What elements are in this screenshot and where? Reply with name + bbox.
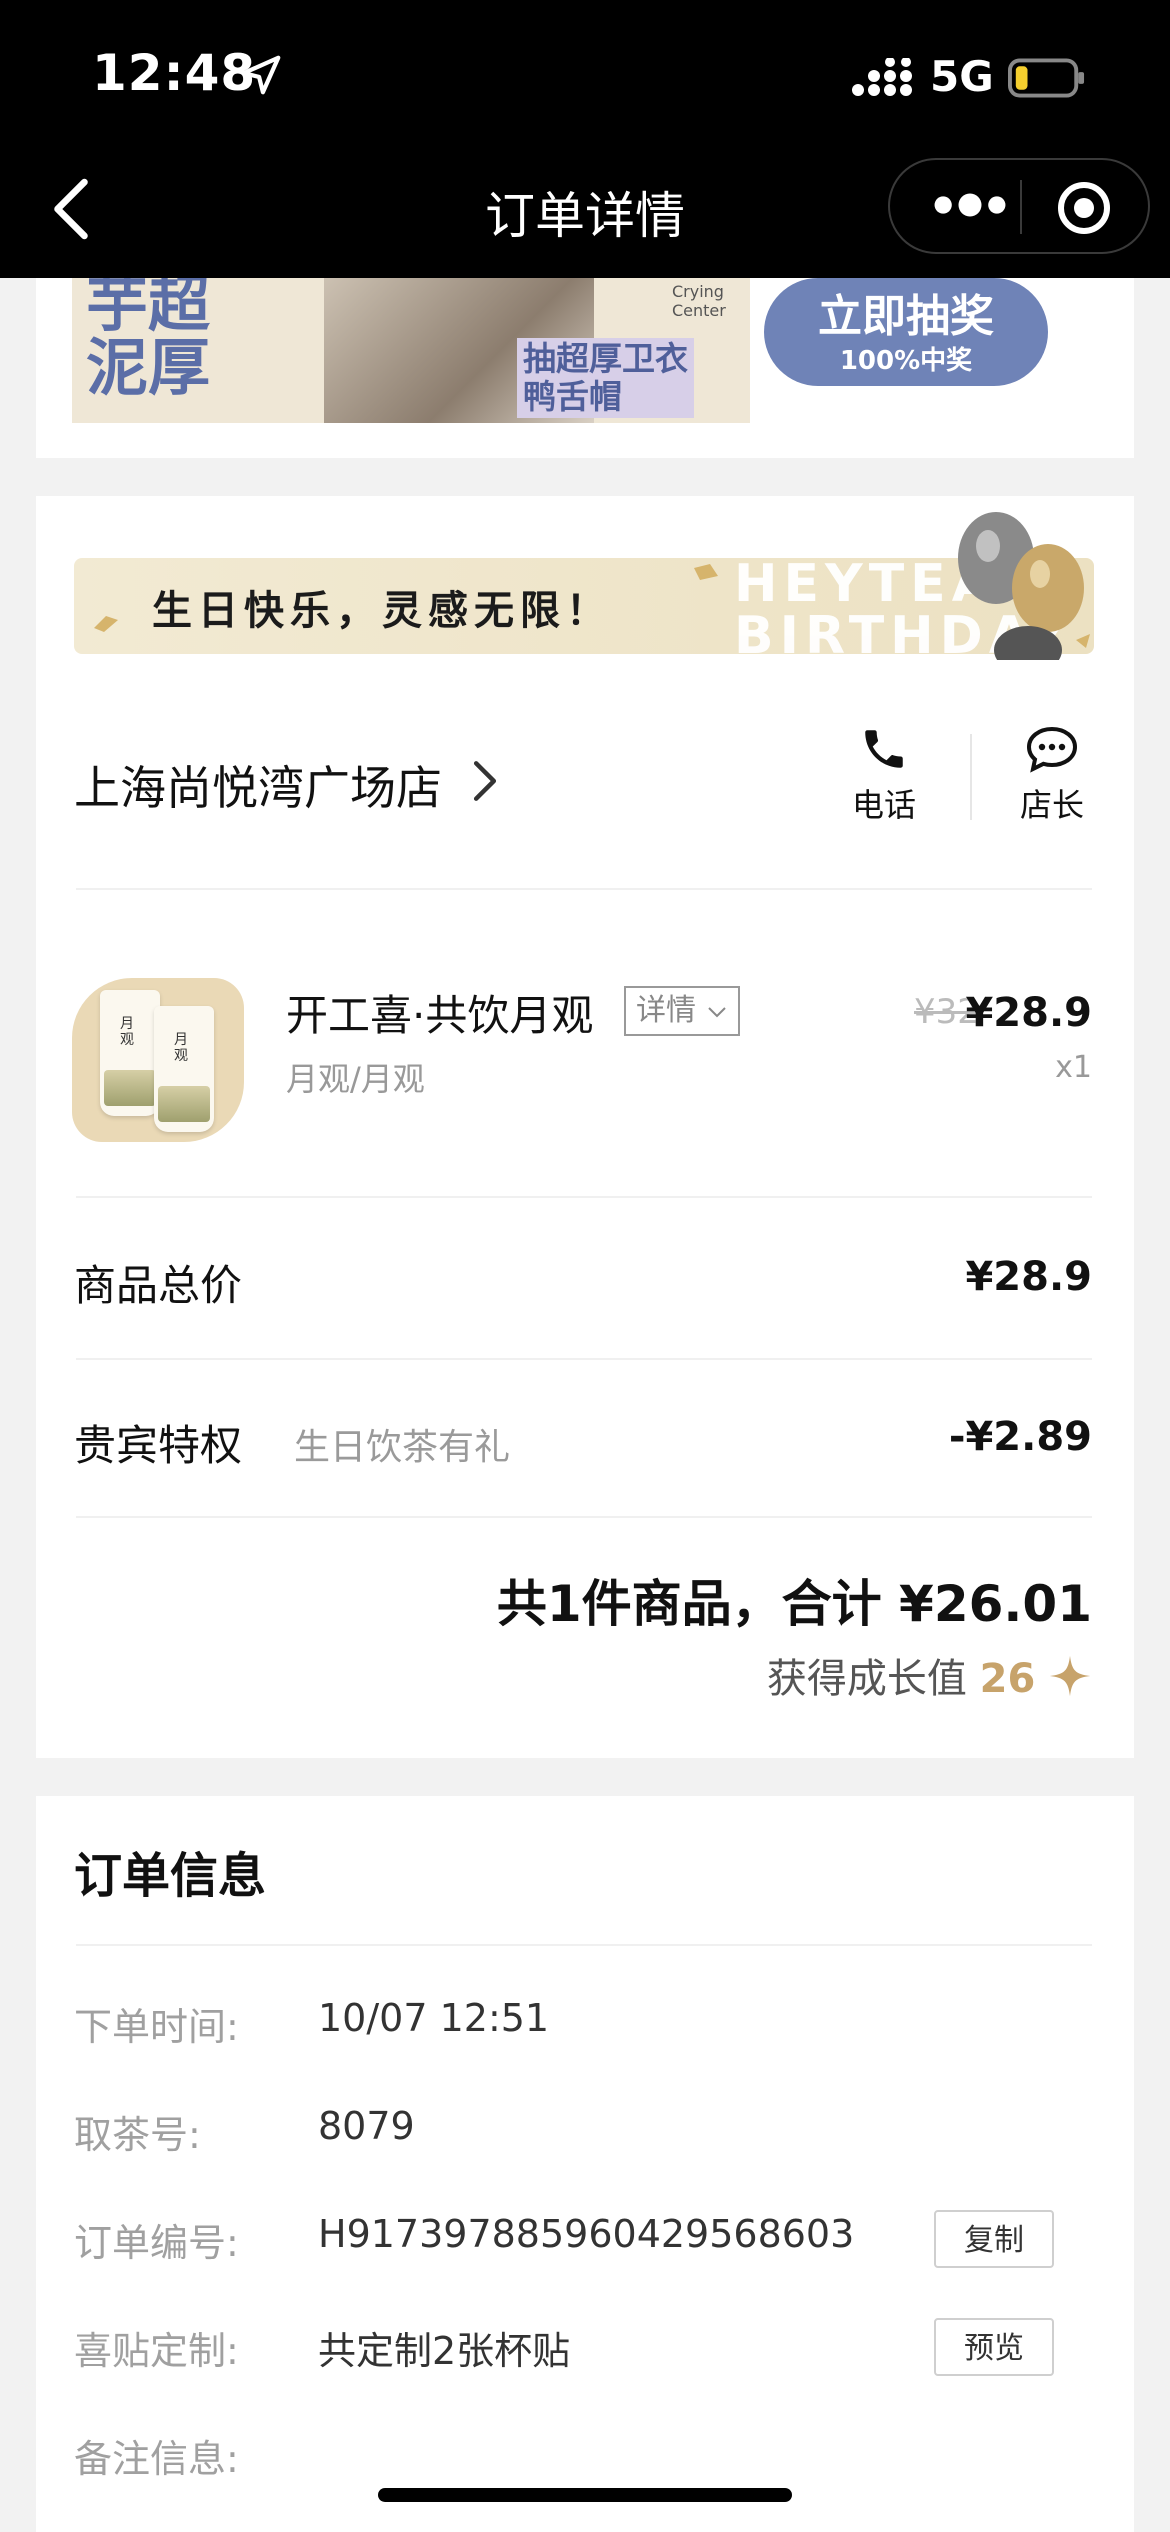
vip-label: 贵宾特权 [74, 1421, 243, 1470]
product-image[interactable]: 月 观 月 观 [72, 978, 244, 1142]
draw-button-label: 立即抽奖 [818, 291, 994, 342]
network-type: 5G [930, 52, 994, 101]
subtotal-value: ¥28.9 [965, 1254, 1092, 1300]
chat-bubble-icon [1026, 726, 1078, 773]
detail-label: 详情 [636, 993, 696, 1028]
product-price: ¥28.9 [965, 990, 1092, 1036]
chevron-right-icon[interactable] [470, 758, 500, 804]
ad-headline: 芋超 泥厚 [86, 278, 211, 404]
promo-banner-card: 芋超 泥厚 Crying Center 抽超厚卫衣 鸭舌帽 立即抽奖 100%中… [36, 278, 1134, 458]
remark-label: 备注信息: [74, 2437, 239, 2481]
vip-description: 生日饮茶有礼 [294, 1427, 511, 1468]
sticker-custom-label: 喜贴定制: [74, 2329, 239, 2373]
divider [76, 1516, 1092, 1518]
chevron-down-icon [707, 1006, 726, 1017]
capsule-divider [1020, 180, 1022, 234]
divider [76, 888, 1092, 890]
order-total: 共1件商品，合计 ¥26.01 [497, 1564, 1092, 1636]
pickup-number-value: 8079 [318, 2104, 415, 2148]
more-dots-icon[interactable] [930, 182, 1010, 228]
divider [76, 1196, 1092, 1198]
phone-icon [865, 730, 903, 768]
preview-button[interactable]: 预览 [934, 2318, 1054, 2376]
sticker-custom-value: 共定制2张杯贴 [318, 2329, 571, 2373]
birthday-text: 生日快乐，灵感无限！ [152, 588, 612, 634]
battery-icon [1008, 58, 1085, 98]
confetti-icon [694, 564, 718, 580]
order-main-card: 生日快乐，灵感无限！ HEYTEA BIRTHDAY 上海尚悦湾广场店 电话 店… [36, 496, 1134, 1758]
order-info-title: 订单信息 [74, 1848, 267, 1904]
cup-illustration: 月 观 [154, 1006, 214, 1132]
close-target-icon[interactable] [1056, 180, 1112, 236]
divider [76, 1944, 1092, 1946]
pickup-number-label: 取茶号: [74, 2113, 201, 2157]
sparkle-icon [1049, 1655, 1091, 1697]
order-time-label: 下单时间: [74, 2005, 239, 2049]
order-number-label: 订单编号: [74, 2221, 239, 2265]
subtotal-label: 商品总价 [74, 1261, 243, 1310]
cup-label: 月 观 [120, 1016, 134, 1048]
cup-illustration: 月 观 [100, 990, 160, 1116]
growth-label: 获得成长值 [766, 1656, 967, 1702]
balloons-icon [958, 512, 1090, 660]
ad-logo: Crying Center [672, 282, 726, 320]
cup-label: 月 观 [174, 1032, 188, 1064]
manager-chat-button[interactable]: 店长 [992, 724, 1112, 826]
store-action-divider [970, 734, 972, 820]
lucky-draw-button[interactable]: 立即抽奖 100%中奖 [764, 278, 1048, 386]
manager-label: 店长 [1019, 786, 1084, 824]
phone-label: 电话 [851, 786, 916, 824]
signal-icon [852, 58, 912, 96]
promo-ad-image[interactable]: 芋超 泥厚 Crying Center 抽超厚卫衣 鸭舌帽 [72, 278, 750, 423]
store-name[interactable]: 上海尚悦湾广场店 [74, 752, 442, 818]
ad-subtitle: 抽超厚卫衣 鸭舌帽 [517, 338, 694, 418]
confetti-icon [94, 616, 118, 632]
phone-button[interactable]: 电话 [824, 724, 944, 826]
growth-value: 26 [979, 1656, 1036, 1702]
order-time-value: 10/07 12:51 [318, 1996, 550, 2040]
order-number-value: H917397885960429568603 [318, 2212, 855, 2256]
top-bar: 12:48 5G 订单详情 [0, 0, 1170, 278]
product-detail-button[interactable]: 详情 [624, 986, 740, 1036]
home-indicator[interactable] [378, 2488, 792, 2502]
total-text: 共1件商品，合计 [496, 1575, 882, 1633]
divider [76, 1358, 1092, 1360]
vip-discount-value: -¥2.89 [948, 1414, 1092, 1460]
status-time: 12:48 [92, 44, 257, 102]
product-quantity: x1 [1055, 1050, 1092, 1085]
product-variant: 月观/月观 [286, 1060, 425, 1098]
location-arrow-icon [241, 55, 281, 95]
product-name: 开工喜·共饮月观 [286, 991, 594, 1040]
total-value: ¥26.01 [899, 1575, 1092, 1633]
order-info-card: 订单信息 下单时间: 10/07 12:51 取茶号: 8079 订单编号: H… [36, 1796, 1134, 2532]
copy-button[interactable]: 复制 [934, 2210, 1054, 2268]
draw-button-sub: 100%中奖 [839, 346, 973, 376]
mini-program-capsule [888, 158, 1150, 254]
growth-points: 获得成长值 26 [767, 1646, 1092, 1704]
